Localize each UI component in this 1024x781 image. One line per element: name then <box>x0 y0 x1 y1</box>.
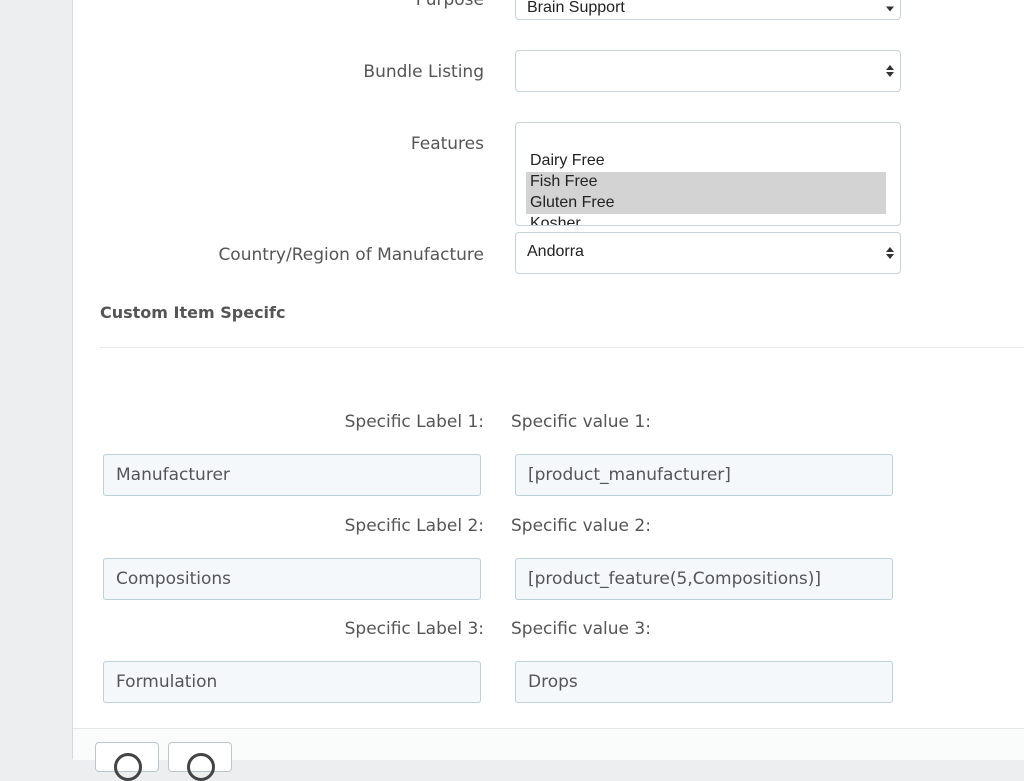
bundle-listing-select[interactable] <box>515 50 901 92</box>
specific-label-input[interactable]: Manufacturer <box>103 454 481 496</box>
specific-value-input[interactable]: Drops <box>515 661 893 703</box>
features-option[interactable]: Gluten Free <box>526 193 886 214</box>
specific-label-caption: Specific Label 1: <box>344 412 484 432</box>
purpose-label: Purpose <box>415 0 484 10</box>
country-select-value: Andorra <box>527 243 584 260</box>
specific-label-caption: Specific Label 2: <box>344 516 484 536</box>
chevron-down-icon <box>886 6 894 12</box>
features-label: Features <box>410 134 484 154</box>
features-option[interactable]: Kosher <box>526 214 886 225</box>
form-panel <box>72 0 1024 759</box>
features-option[interactable]: Dairy Free <box>526 151 886 172</box>
specific-value-caption: Specific value 1: <box>511 412 651 432</box>
select-arrows-icon <box>886 247 894 259</box>
purpose-select-value: Brain Support <box>527 0 625 16</box>
refresh-icon <box>187 753 215 781</box>
bundle-listing-label: Bundle Listing <box>363 62 484 82</box>
save-button[interactable] <box>95 742 159 781</box>
specific-label-caption: Specific Label 3: <box>344 619 484 639</box>
specific-label-input[interactable]: Formulation <box>103 661 481 703</box>
features-option[interactable]: Fish Free <box>526 172 886 193</box>
select-arrows-icon <box>886 65 894 77</box>
save-icon <box>114 753 142 781</box>
section-title: Custom Item Specifc <box>100 303 286 322</box>
country-label: Country/Region of Manufacture <box>218 245 484 265</box>
specific-value-caption: Specific value 2: <box>511 516 651 536</box>
specific-value-caption: Specific value 3: <box>511 619 651 639</box>
purpose-select[interactable]: Brain Support <box>515 0 901 20</box>
features-multiselect[interactable]: Dairy Free Fish Free Gluten Free Kosher <box>515 122 901 226</box>
country-select[interactable]: Andorra <box>515 232 901 274</box>
save-and-stay-button[interactable] <box>168 742 232 781</box>
specific-value-input[interactable]: [product_feature(5,Compositions)] <box>515 558 893 600</box>
specific-value-input[interactable]: [product_manufacturer] <box>515 454 893 496</box>
divider <box>100 347 1024 348</box>
specific-label-input[interactable]: Compositions <box>103 558 481 600</box>
